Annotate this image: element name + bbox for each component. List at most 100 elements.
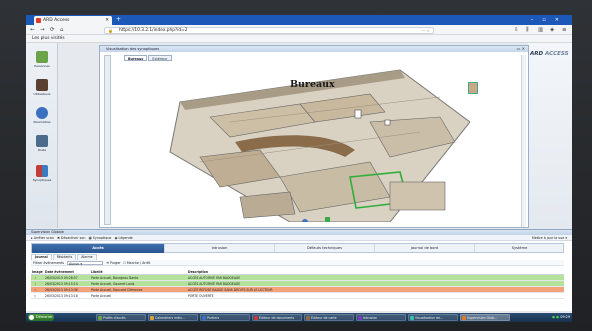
reload-icon[interactable]: ⟳ bbox=[50, 26, 55, 34]
synoptique-title: Visualisation des synoptiques bbox=[100, 46, 528, 52]
taskbar-label: Visualisation de... bbox=[415, 316, 444, 320]
filter-select[interactable]: Aucun ▾ bbox=[67, 260, 104, 266]
start-orb-icon bbox=[29, 315, 34, 320]
back-icon[interactable]: ← bbox=[30, 26, 35, 34]
avatar bbox=[468, 82, 478, 94]
tab-defauts-techniques[interactable]: Défauts techniques bbox=[275, 244, 375, 253]
right-brand-panel: ARD ACCESS bbox=[528, 43, 572, 228]
vertical-panel bbox=[104, 55, 111, 225]
logo-brand: ARD bbox=[530, 51, 544, 57]
taskbar-item[interactable]: Éditeur de carte bbox=[304, 314, 354, 321]
taskbar-label: Profils d'accès bbox=[103, 316, 126, 320]
module-label: Synoptiques bbox=[32, 178, 52, 182]
module-personnes[interactable]: Personnes bbox=[30, 51, 54, 68]
module-poste[interactable]: Poste bbox=[30, 135, 54, 152]
window-close-icon[interactable]: ▭ ✕ bbox=[517, 46, 525, 52]
grid-icon bbox=[36, 165, 48, 177]
synoptique-window: Visualisation des synoptiques ▭ ✕ Bureau… bbox=[99, 45, 529, 228]
volume-icon[interactable]: ● bbox=[556, 315, 559, 319]
taskbar-item[interactable]: Visualisation de... bbox=[408, 314, 458, 321]
menu-icon[interactable]: ≡ bbox=[562, 26, 567, 34]
window-controls[interactable]: –▫✕ bbox=[531, 15, 568, 25]
legend-button[interactable]: ◉ Légende bbox=[115, 236, 133, 240]
module-utilisateurs[interactable]: Utilisateurs bbox=[30, 79, 54, 96]
tab-acces[interactable]: Accès bbox=[32, 244, 165, 253]
purge-button[interactable]: ⟲ Purger bbox=[106, 261, 121, 265]
autoscroll-toggle[interactable]: ☐ Marche / Arrêt bbox=[123, 261, 150, 265]
taskbar-item[interactable]: Profils d'accès bbox=[96, 314, 146, 321]
downloads-icon[interactable]: ⇩ bbox=[514, 26, 519, 34]
tab-exterieur[interactable]: Extérieur bbox=[148, 55, 172, 61]
start-label: Démarrer bbox=[36, 315, 53, 319]
start-button[interactable]: Démarrer bbox=[28, 314, 54, 321]
browser-tab-bar: ARD Access ✕ + –▫✕ bbox=[26, 15, 572, 25]
new-tab-icon[interactable]: + bbox=[116, 16, 121, 24]
library-icon[interactable]: ⫼ bbox=[526, 26, 529, 34]
taskbar-item[interactable]: Éditeur de documents bbox=[252, 314, 302, 321]
purge-label: Purger bbox=[109, 261, 121, 265]
tool-label: Arrêter scan bbox=[33, 236, 54, 240]
taskbar-item-active[interactable]: Supervision Glob... bbox=[460, 314, 510, 321]
stop-scan-button[interactable]: ▸ Arrêter scan bbox=[31, 236, 54, 240]
address-bar[interactable]: 🔒 https://10.3.2.1/index.php?id=2 ··· ☆ bbox=[104, 26, 434, 34]
door-icon: ▯ bbox=[34, 294, 36, 298]
tab-intrusion[interactable]: Intrusion bbox=[165, 244, 275, 253]
tool-label: Désactiver son bbox=[60, 236, 86, 240]
floor-title: Bureaux bbox=[290, 79, 335, 90]
filter-label: Filtrer évènements bbox=[33, 261, 64, 265]
module-parametres[interactable]: Paramètres bbox=[30, 107, 54, 124]
app-icon bbox=[410, 316, 414, 320]
taskbar-label: Portiers bbox=[207, 316, 220, 320]
module-synoptiques[interactable]: Synoptiques bbox=[30, 165, 54, 182]
tool-label: Légende bbox=[118, 236, 133, 240]
synoptique-button[interactable]: ▦ Synoptique bbox=[89, 236, 112, 240]
browser-tab[interactable]: ARD Access ✕ bbox=[34, 16, 112, 25]
module-label: Personnes bbox=[34, 64, 50, 68]
clock[interactable]: 09:29 bbox=[560, 315, 570, 319]
gear-icon bbox=[36, 107, 48, 119]
extension-icon[interactable]: ◈ bbox=[550, 26, 554, 34]
sidebar-icon[interactable]: ▥ bbox=[538, 26, 543, 34]
taskbar-label: Calendriers indiv... bbox=[155, 316, 185, 320]
application: Personnes Utilisateurs Paramètres Poste … bbox=[26, 43, 572, 313]
refresh-view-button[interactable]: Mettre à jour la vue ▾ bbox=[532, 235, 567, 241]
ard-access-logo: ARD ACCESS bbox=[530, 51, 569, 57]
page-actions-icon[interactable]: ··· ☆ bbox=[421, 28, 430, 33]
module-label: Utilisateurs bbox=[33, 92, 51, 96]
supervision-panel: Supervision Globale ▸ Arrêter scan ✖ Dés… bbox=[26, 229, 572, 311]
taskbar-item[interactable]: Portiers bbox=[200, 314, 250, 321]
taskbar-item[interactable]: Calendriers indiv... bbox=[148, 314, 198, 321]
app-icon bbox=[306, 316, 310, 320]
logo-product: ACCESS bbox=[544, 51, 569, 57]
taskbar-label: Supervision Glob... bbox=[467, 316, 498, 320]
filter-bar: Filtrer évènements Aucun ▾ ⟲ Purger ☐ Ma… bbox=[31, 260, 564, 266]
site-favicon-icon bbox=[36, 18, 41, 23]
home-icon[interactable]: ⌂ bbox=[60, 26, 64, 34]
filter-value: Aucun bbox=[69, 261, 80, 266]
close-tab-icon[interactable]: ✕ bbox=[105, 16, 109, 25]
browser-nav-bar: ← → ⟳ ⌂ 🔒 https://10.3.2.1/index.php?id=… bbox=[26, 25, 572, 35]
vertical-scrollbar[interactable] bbox=[521, 55, 526, 227]
autoscroll-label: Marche / Arrêt bbox=[126, 261, 151, 265]
forward-icon[interactable]: → bbox=[40, 26, 45, 34]
table-row[interactable]: ▯ 26/03/2013 09:13:18 Porte Accueil PORT… bbox=[31, 293, 564, 299]
tab-bureaux[interactable]: Bureaux bbox=[124, 55, 148, 61]
lock-icon: 🔒 bbox=[108, 28, 113, 33]
screen: ARD Access ✕ + –▫✕ ← → ⟳ ⌂ 🔒 https://10.… bbox=[26, 15, 572, 322]
tab-systeme[interactable]: Système bbox=[475, 244, 564, 253]
row-label: Porte Accueil bbox=[91, 294, 112, 298]
network-icon[interactable]: ● bbox=[552, 315, 555, 319]
module-tabs: Accès Intrusion Défauts techniques Journ… bbox=[31, 243, 564, 253]
supervision-toolbar: ▸ Arrêter scan ✖ Désactiver son ▦ Synopt… bbox=[26, 235, 572, 241]
bookmark-most-visited[interactable]: Les plus visités bbox=[32, 36, 65, 41]
mute-sound-button[interactable]: ✖ Désactiver son bbox=[57, 236, 85, 240]
module-label: Poste bbox=[37, 148, 47, 152]
synoptique-tabs: Bureaux Extérieur bbox=[124, 55, 173, 61]
person-icon bbox=[36, 51, 48, 63]
app-icon bbox=[254, 316, 258, 320]
bookmarks-bar: Les plus visités bbox=[26, 35, 572, 43]
user-icon bbox=[36, 79, 48, 91]
taskbar-item[interactable]: Intrusion bbox=[356, 314, 406, 321]
tab-journal-de-bord[interactable]: Journal de bord bbox=[375, 244, 475, 253]
app-icon bbox=[98, 316, 102, 320]
